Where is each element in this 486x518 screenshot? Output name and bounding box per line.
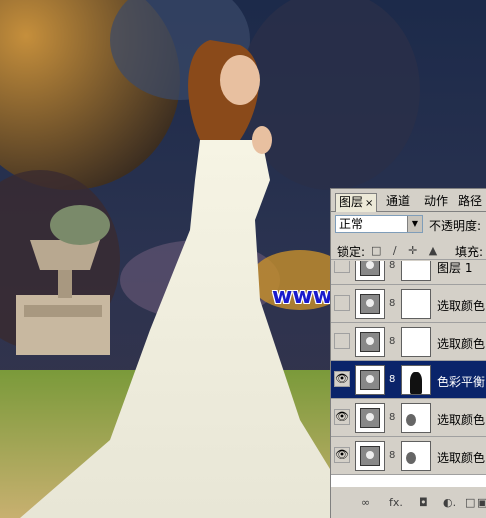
visibility-toggle[interactable] bbox=[334, 261, 350, 273]
eye-icon[interactable]: 👁 bbox=[334, 409, 350, 425]
layer-row[interactable]: 8 图层 1 bbox=[331, 261, 486, 285]
link-icon: 8 bbox=[389, 450, 396, 461]
group-icon[interactable]: □ bbox=[465, 496, 475, 509]
panel-bottom-bar: ∞ fx. ◘ ◐. □ ▣ bbox=[331, 489, 486, 517]
layer-row-selected[interactable]: 👁 8 色彩平衡 bbox=[331, 361, 486, 399]
mask-thumbnail bbox=[401, 365, 431, 395]
visibility-toggle[interactable] bbox=[334, 295, 350, 311]
blend-row: 正常 ▼ 不透明度: bbox=[331, 215, 486, 235]
layer-row[interactable]: 8 选取颜色 bbox=[331, 285, 486, 323]
adjustment-thumbnail bbox=[355, 403, 385, 433]
tab-channels[interactable]: 通道 bbox=[383, 193, 413, 210]
layer-name: 色彩平衡 bbox=[437, 375, 486, 389]
link-icon: 8 bbox=[389, 336, 396, 347]
visibility-toggle[interactable] bbox=[334, 333, 350, 349]
close-icon[interactable]: × bbox=[365, 198, 373, 209]
layer-name: 选取颜色 bbox=[437, 337, 486, 351]
layer-thumbnail bbox=[355, 261, 385, 281]
lock-icons[interactable]: □ ∕ ✛ ▲ bbox=[371, 244, 441, 257]
eye-icon[interactable]: 👁 bbox=[334, 447, 350, 463]
fill-label: 填充: bbox=[455, 245, 484, 259]
adjustment-thumbnail bbox=[355, 365, 385, 395]
tab-layers-label: 图层 bbox=[339, 195, 364, 209]
blend-mode-value: 正常 bbox=[339, 217, 364, 231]
link-icon: 8 bbox=[389, 298, 396, 309]
eye-icon[interactable]: 👁 bbox=[334, 371, 350, 387]
layer-row[interactable]: 8 选取颜色 bbox=[331, 323, 486, 361]
link-icon: 8 bbox=[389, 261, 396, 271]
blend-mode-select[interactable]: 正常 ▼ bbox=[335, 215, 423, 233]
layers-panel: 图层 × 通道 动作 路径 正常 ▼ 不透明度: 锁定: □ ∕ ✛ ▲ 填充: … bbox=[330, 188, 486, 518]
mask-thumbnail bbox=[401, 261, 431, 281]
lock-row: 锁定: □ ∕ ✛ ▲ 填充: bbox=[331, 241, 486, 260]
tab-paths[interactable]: 路径 bbox=[455, 193, 485, 210]
adjustment-thumbnail bbox=[355, 441, 385, 471]
link-icon: 8 bbox=[389, 412, 396, 423]
link-icon: 8 bbox=[389, 374, 396, 385]
layer-name: 选取颜色 bbox=[437, 413, 486, 427]
new-layer-icon[interactable]: ▣ bbox=[477, 496, 486, 509]
adjustment-layer-icon[interactable]: ◐. bbox=[443, 496, 456, 509]
mask-thumbnail bbox=[401, 403, 431, 433]
link-layers-icon[interactable]: ∞ bbox=[361, 496, 370, 509]
adjustment-thumbnail bbox=[355, 289, 385, 319]
tab-actions[interactable]: 动作 bbox=[421, 193, 451, 210]
layer-row[interactable]: 👁 8 选取颜色 bbox=[331, 437, 486, 475]
layer-name: 选取颜色 bbox=[437, 451, 486, 465]
opacity-label: 不透明度: bbox=[429, 219, 482, 233]
add-mask-icon[interactable]: ◘ bbox=[419, 496, 428, 509]
layers-list: 8 图层 1 8 选取颜色 8 选取颜色 👁 8 色彩平衡 👁 8 选取颜色 👁… bbox=[331, 261, 486, 487]
chevron-down-icon[interactable]: ▼ bbox=[407, 216, 422, 232]
layer-row[interactable]: 👁 8 选取颜色 bbox=[331, 399, 486, 437]
mask-thumbnail bbox=[401, 327, 431, 357]
layer-name: 图层 1 bbox=[437, 261, 473, 275]
mask-thumbnail bbox=[401, 289, 431, 319]
layer-name: 选取颜色 bbox=[437, 299, 486, 313]
adjustment-thumbnail bbox=[355, 327, 385, 357]
lock-label: 锁定: bbox=[337, 245, 366, 259]
fx-icon[interactable]: fx. bbox=[389, 496, 403, 509]
panel-tabs: 图层 × 通道 动作 路径 bbox=[331, 193, 486, 212]
mask-thumbnail bbox=[401, 441, 431, 471]
tab-layers[interactable]: 图层 × bbox=[335, 193, 378, 212]
